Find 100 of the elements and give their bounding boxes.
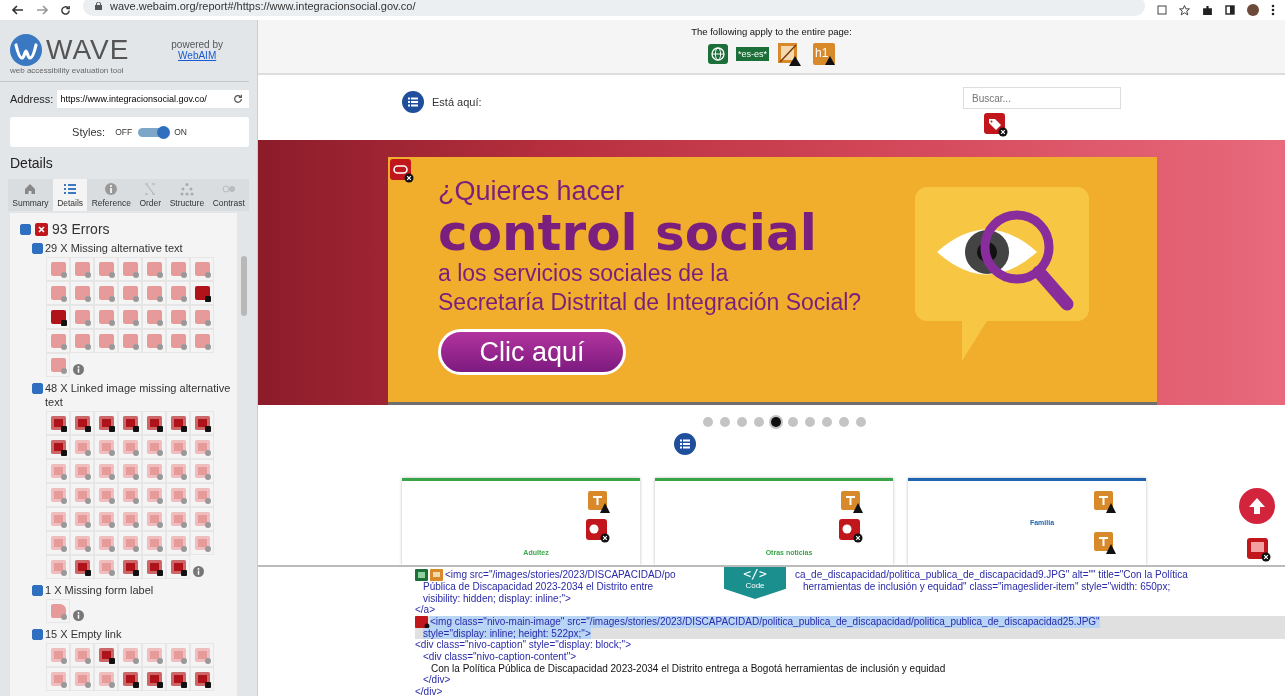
linked-image-error-icon[interactable] <box>142 411 166 435</box>
list-icon[interactable] <box>674 433 696 455</box>
category-label: 29 X Missing alternative text <box>45 241 183 255</box>
star-icon[interactable] <box>1179 4 1190 16</box>
linked-image-error-icon[interactable] <box>46 411 70 435</box>
linked-image-error-icon[interactable] <box>70 411 94 435</box>
category-label: 15 X Empty link <box>45 627 122 641</box>
address-label: Address: <box>10 93 54 105</box>
image-error-icon[interactable] <box>46 305 70 329</box>
address-field[interactable]: https://www.integracionsocial.gov.co/ <box>57 90 249 108</box>
off-label: OFF <box>115 127 133 137</box>
errors-checkbox[interactable] <box>20 223 31 235</box>
order-icon <box>143 182 158 196</box>
image-error-icon[interactable] <box>415 615 430 628</box>
linked-image-error-icon[interactable] <box>70 555 94 579</box>
category-checkbox[interactable] <box>32 243 43 254</box>
slider-dot[interactable] <box>737 417 747 427</box>
breadcrumb-label: Está aquí: <box>432 96 482 108</box>
extension-icon[interactable] <box>1157 5 1167 15</box>
on-label: ON <box>174 127 187 137</box>
linked-image-error-icon[interactable] <box>118 411 142 435</box>
styles-label: Styles: <box>72 126 106 138</box>
link-error-icon[interactable] <box>142 667 166 691</box>
linked-image-error-icon[interactable] <box>190 411 214 435</box>
panel-tab[interactable]: Order <box>135 179 166 211</box>
linked-image-error-icon[interactable] <box>94 411 118 435</box>
slider-dot[interactable] <box>788 417 798 427</box>
linked-image-error-icon[interactable] <box>118 555 142 579</box>
panel-tab[interactable]: Summary <box>8 179 53 211</box>
linked-image-error-icon[interactable] <box>166 411 190 435</box>
category-checkbox[interactable] <box>32 585 43 596</box>
slider-dot[interactable] <box>805 417 815 427</box>
search-field[interactable]: Buscar... <box>963 87 1121 109</box>
feature-icon[interactable] <box>415 569 430 581</box>
globe-icon[interactable] <box>708 44 728 64</box>
linked-image-error-icon[interactable] <box>142 555 166 579</box>
code-tab[interactable]: </> Code <box>724 567 786 599</box>
panel-tab[interactable]: Structure <box>165 179 209 211</box>
form-label-error-icon[interactable] <box>984 113 1008 137</box>
reload-icon[interactable] <box>60 4 71 16</box>
panel-tab[interactable]: Reference <box>87 179 136 211</box>
info-icon[interactable] <box>193 566 204 577</box>
code-markup: Pública de Discapacidad 2023-2034 el Distrito entre <box>423 581 655 593</box>
slider-dot[interactable] <box>856 417 866 427</box>
linked-image-error-icon[interactable] <box>46 435 70 459</box>
slider-dot[interactable] <box>703 417 713 427</box>
address-bar[interactable]: wave.webaim.org/report#/https://www.integracionsocial.gov.co/ <box>83 0 1145 16</box>
language-badge[interactable]: *es-es* <box>736 47 769 61</box>
slider-dot[interactable] <box>720 417 730 427</box>
details-heading: Details <box>9 154 54 173</box>
link-error-icon[interactable] <box>118 667 142 691</box>
code-markup: ca_de_discapacidad/politica_publica_de_discapacidad9.JPG" alt="" title="Con la Política <box>795 569 1188 581</box>
linked-image-error-icon[interactable] <box>166 555 190 579</box>
page-level-caption: The following apply to the entire page: <box>691 26 852 37</box>
image-alert-icon[interactable] <box>430 569 445 581</box>
info-icon[interactable] <box>73 364 84 375</box>
slider-dot[interactable] <box>771 417 781 427</box>
banner-text: ¿Quieres hacer <box>438 175 626 207</box>
text-alert-icon[interactable] <box>1094 532 1116 554</box>
linked-image-error-icon[interactable] <box>1247 538 1271 562</box>
image-error-icon[interactable] <box>190 281 214 305</box>
cta-button[interactable]: Clic aquí <box>438 329 626 375</box>
reload-icon[interactable] <box>233 94 243 104</box>
link-error-icon[interactable] <box>166 667 190 691</box>
link-error-icon[interactable] <box>190 667 214 691</box>
panel-tab[interactable]: Contrast <box>208 179 250 211</box>
category-checkbox[interactable] <box>32 629 43 640</box>
link-error-icon[interactable] <box>94 643 118 667</box>
styles-toggle[interactable] <box>138 127 169 137</box>
webaim-link[interactable]: WebAIM <box>178 50 217 61</box>
media-error-icon[interactable] <box>839 519 863 543</box>
wave-wordmark: WAVE <box>46 34 130 66</box>
missing-title-alert-icon[interactable] <box>777 42 801 66</box>
puzzle-icon[interactable] <box>1202 4 1213 16</box>
slider-dot[interactable] <box>822 417 832 427</box>
info-icon[interactable] <box>73 610 84 621</box>
slider-dot[interactable] <box>754 417 764 427</box>
panel-tab[interactable]: Details <box>52 179 88 211</box>
sidebar-icon[interactable] <box>1225 5 1235 15</box>
back-icon[interactable] <box>12 5 24 15</box>
link-error-icon[interactable] <box>390 159 414 183</box>
text-alert-icon[interactable] <box>1094 491 1116 513</box>
contrast-icon <box>221 182 236 196</box>
code-markup: </div> <box>423 674 451 686</box>
text-alert-icon[interactable] <box>588 491 610 513</box>
code-markup: herramientas de inclusión y equidad" class="imageslider-item" style="width: 650px; <box>803 581 1171 593</box>
text-alert-icon[interactable] <box>841 491 863 513</box>
banner-text: a los servicios sociales de la <box>438 259 730 288</box>
media-error-icon[interactable] <box>586 519 610 543</box>
slider-dot[interactable] <box>839 417 849 427</box>
profile-avatar[interactable] <box>1247 4 1259 16</box>
list-icon[interactable] <box>402 91 424 113</box>
scrollbar-thumb[interactable] <box>241 256 247 316</box>
code-markup: </div> <box>415 685 443 696</box>
more-icon[interactable] <box>1271 4 1275 16</box>
info-icon <box>104 182 119 196</box>
scroll-to-top-button[interactable] <box>1239 488 1275 524</box>
forward-icon[interactable] <box>36 5 48 15</box>
category-checkbox[interactable] <box>32 383 43 394</box>
code-markup: visibility: hidden; display: inline;"> <box>423 592 571 605</box>
